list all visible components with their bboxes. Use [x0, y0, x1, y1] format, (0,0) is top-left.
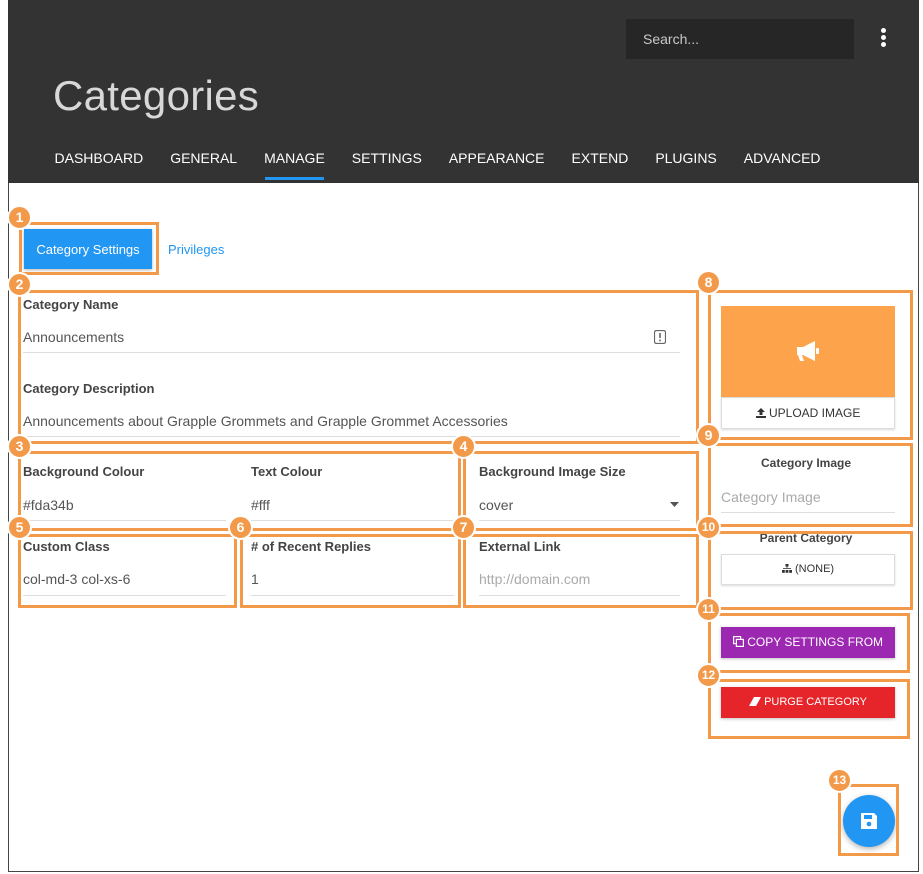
annotation-box-1	[19, 222, 159, 275]
annotation-box-9	[708, 443, 913, 527]
annotation-badge: 5	[7, 515, 32, 540]
annotation-box-13	[838, 784, 899, 856]
annotation-badge: 2	[7, 272, 32, 297]
annotation-badge: 9	[696, 423, 721, 448]
app-header: Search... Categories DASHBOARD GENERAL M…	[8, 0, 919, 183]
annotation-badge: 11	[696, 597, 721, 622]
annotation-box-4	[463, 451, 699, 531]
annotation-badge: 3	[7, 434, 32, 459]
annotation-box-7	[463, 534, 699, 608]
annotation-badge: 4	[451, 434, 476, 459]
annotation-badge: 6	[228, 515, 253, 540]
tab-general[interactable]: GENERAL	[157, 140, 251, 180]
annotation-badge: 12	[696, 663, 721, 688]
annotation-box-5	[18, 534, 237, 608]
tab-dashboard[interactable]: DASHBOARD	[41, 140, 157, 180]
more-menu-icon[interactable]	[877, 28, 889, 50]
tab-settings[interactable]: SETTINGS	[338, 140, 435, 180]
tab-advanced[interactable]: ADVANCED	[730, 140, 834, 180]
tab-plugins[interactable]: PLUGINS	[642, 140, 730, 180]
annotation-badge: 13	[827, 768, 852, 793]
annotation-box-12	[708, 679, 910, 739]
annotation-box-11	[708, 613, 910, 673]
tab-extend[interactable]: EXTEND	[558, 140, 642, 180]
annotation-box-6	[240, 534, 461, 608]
privileges-tab[interactable]: Privileges	[168, 242, 224, 257]
main-nav: DASHBOARD GENERAL MANAGE SETTINGS APPEAR…	[41, 140, 834, 180]
annotation-badge: 1	[7, 205, 32, 230]
tab-appearance[interactable]: APPEARANCE	[435, 140, 558, 180]
search-input[interactable]: Search...	[626, 19, 854, 59]
annotation-box-10	[708, 531, 913, 610]
annotation-badge: 10	[696, 515, 721, 540]
annotation-badge: 7	[451, 515, 476, 540]
tab-manage[interactable]: MANAGE	[251, 140, 339, 180]
annotation-box-2	[18, 290, 699, 444]
annotation-box-8	[708, 290, 913, 440]
page-title: Categories	[53, 72, 260, 119]
annotation-badge: 8	[696, 270, 721, 295]
